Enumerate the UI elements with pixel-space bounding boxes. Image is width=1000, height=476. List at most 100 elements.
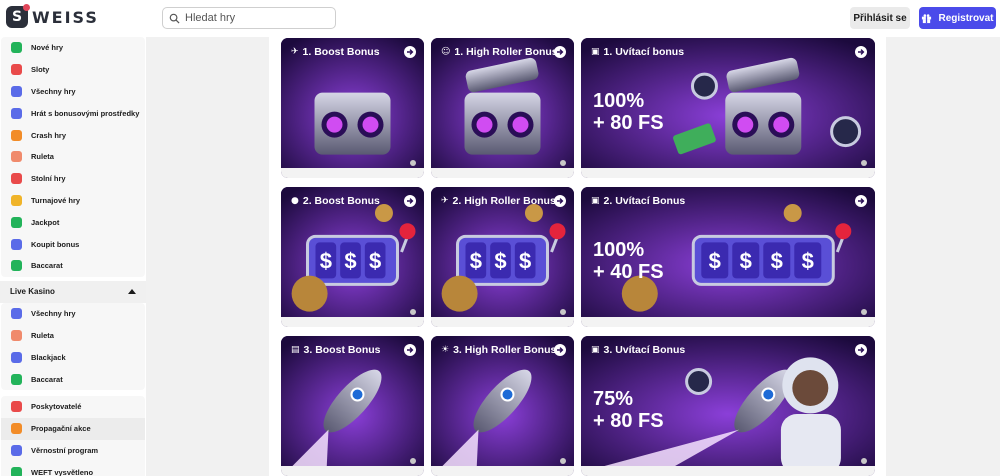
arrow-right-icon[interactable] [855,344,867,356]
promo-card[interactable]: ▤ 3. Boost Bonus [281,336,424,476]
promo-offer-text: 100% [593,90,645,112]
sidebar-item[interactable]: Poskytovatelé [1,396,145,418]
sidebar-item-label: Hrát s bonusovými prostředky [31,108,140,118]
promo-card[interactable]: ☺ 1. High Roller Bonus [431,38,574,178]
new-games-icon [11,42,22,54]
promo-title: ▣ 2. Uvítací Bonus [591,195,685,207]
promo-offer-text: + 80 FS [593,112,664,134]
promo-offer-text: 75% [593,388,634,410]
promo-card[interactable]: $ $ $ ✈ 2. High Roller Bonus [431,187,574,327]
arrow-right-icon[interactable] [554,344,566,356]
sidebar-item[interactable]: Sloty [1,59,145,81]
sidebar-item[interactable]: Propagační akce [1,417,145,440]
arrow-right-icon[interactable] [855,46,867,58]
sidebar-item[interactable]: WEFT vysvětleno [1,461,145,476]
sidebar-item[interactable]: Baccarat [1,255,145,277]
sidebar-item[interactable]: Ruleta [1,325,145,347]
promo-title-text: 2. High Roller Bonus [452,195,556,207]
svg-text:$: $ [740,248,752,273]
table-games-icon [11,173,22,185]
promo-title: ▤ 3. Boost Bonus [291,344,381,356]
blackjack-icon [11,351,22,363]
svg-text:$: $ [519,248,531,273]
svg-text:$: $ [802,248,814,273]
arrow-right-icon[interactable] [404,46,416,58]
arrow-right-icon[interactable] [554,195,566,207]
logo[interactable]: S WEISS [6,4,99,28]
sidebar-item[interactable]: Všechny hry [1,303,145,325]
login-button[interactable]: Přihlásit se [850,7,910,29]
promo-card[interactable]: $ $ $ $ ▣ 2. Uvítací Bonus 100% + 40 FS [581,187,875,327]
sidebar-item[interactable]: Stolní hry [1,168,145,190]
sidebar-item-label: Ruleta [31,152,54,162]
sidebar-item[interactable]: Koupit bonus [1,233,145,255]
promo-emoji-icon: ▣ [591,345,600,355]
indicator-dot-icon [861,309,867,315]
arrow-right-icon[interactable] [855,195,867,207]
promo-card[interactable]: ▣ 1. Uvítací bonus 100% + 80 FS [581,38,875,178]
indicator-dot-icon [410,160,416,166]
search-icon [169,13,180,24]
indicator-dot-icon [861,458,867,464]
promo-title-text: 3. Boost Bonus [303,344,381,356]
slots-icon [11,64,22,76]
arrow-right-icon[interactable] [554,46,566,58]
register-button[interactable]: Registrovat [919,7,996,29]
sidebar-item-label: Blackjack [31,352,66,362]
sidebar-item[interactable]: Turnajové hry [1,190,145,212]
promotions-panel: ✈ 1. Boost Bonus ☺ 1. High Roller Bonus ▣ 1… [269,37,886,476]
promo-card-footer [431,317,574,327]
sidebar-item-label: Ruleta [31,330,54,340]
promo-offer-text: 100% [593,239,645,261]
sidebar-item[interactable]: Jackpot [1,211,145,233]
live-casino-header[interactable]: Live Kasino [0,280,146,303]
caret-up-icon [128,289,136,295]
sidebar-item-label: Turnajové hry [31,195,81,205]
baccarat-icon [11,260,22,272]
indicator-dot-icon [560,160,566,166]
arrow-right-icon[interactable] [404,195,416,207]
sidebar-item-label: Baccarat [31,374,63,384]
promo-title-text: 3. High Roller Bonus [453,344,557,356]
sidebar-main-group: Nové hry Sloty Všechny hry Hrát s bonusovým… [1,37,145,277]
sidebar-item[interactable]: Ruleta [1,146,145,168]
svg-text:$: $ [369,248,381,273]
loyalty-icon [11,444,22,456]
indicator-dot-icon [861,160,867,166]
promo-title-text: 2. Uvítací Bonus [603,195,686,207]
sidebar-item-label: Nové hry [31,43,64,53]
sidebar-item[interactable]: Všechny hry [1,81,145,103]
promo-title-text: 2. Boost Bonus [302,195,380,207]
arrow-right-icon[interactable] [404,344,416,356]
promo-emoji-icon: ● [291,196,299,206]
logo-mark-icon: S [6,4,30,28]
promo-title: ▣ 3. Uvítací Bonus [591,344,685,356]
sidebar-item[interactable]: Věrnostní program [1,440,145,462]
sidebar-item-label: Poskytovatelé [31,402,82,412]
sidebar-item-label: Stolní hry [31,174,66,184]
all-games-icon [11,85,22,97]
search-box[interactable] [162,7,336,29]
search-input[interactable] [185,12,325,24]
promo-card[interactable]: ▣ 3. Uvítací Bonus 75% + 80 FS [581,336,875,476]
promo-card[interactable]: $ $ $ ● 2. Boost Bonus [281,187,424,327]
sidebar-item-label: Propagační akce [31,424,91,434]
promo-card-footer [431,168,574,178]
buy-bonus-icon [11,238,22,250]
sidebar-item[interactable]: Blackjack [1,346,145,368]
sidebar-item[interactable]: Hrát s bonusovými prostředky [1,102,145,124]
baccarat-icon [11,373,22,385]
promo-title: ✈ 1. Boost Bonus [291,46,380,58]
sidebar-item-label: Koupit bonus [31,239,80,249]
promo-title: ▣ 1. Uvítací bonus [591,46,684,58]
sidebar-item[interactable]: Baccarat [1,368,145,390]
promo-card[interactable]: ☀ 3. High Roller Bonus [431,336,574,476]
promo-emoji-icon: ☀ [441,345,450,355]
sidebar-item-label: Crash hry [31,130,67,140]
sidebar-item[interactable]: Crash hry [1,124,145,146]
promo-card[interactable]: ✈ 1. Boost Bonus [281,38,424,178]
sidebar-item-label: Věrnostní program [31,445,99,455]
svg-text:$: $ [771,248,783,273]
promo-card-footer [281,466,424,476]
sidebar-item[interactable]: Nové hry [1,37,145,59]
